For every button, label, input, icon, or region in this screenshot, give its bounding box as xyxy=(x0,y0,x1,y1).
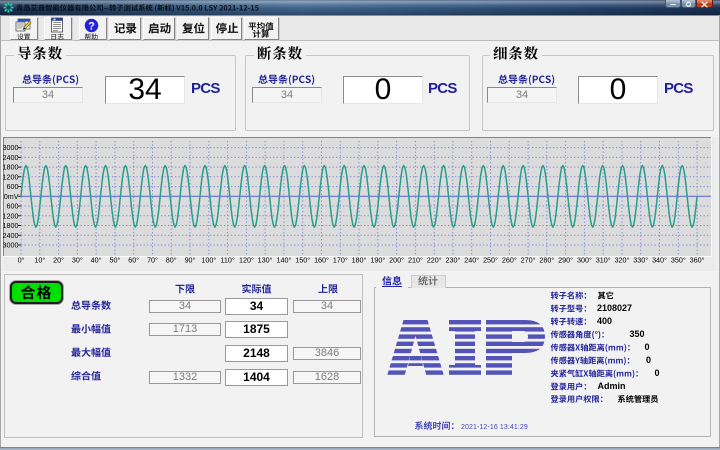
svg-text:200°: 200° xyxy=(389,256,404,265)
svg-text:70°: 70° xyxy=(147,256,158,265)
svg-text:1800: 1800 xyxy=(3,221,19,230)
svg-text:3000: 3000 xyxy=(3,241,19,250)
svg-text:270°: 270° xyxy=(521,256,536,265)
svg-text:310°: 310° xyxy=(596,256,611,265)
svg-text:330°: 330° xyxy=(633,256,648,265)
svg-text:340°: 340° xyxy=(652,256,667,265)
svg-text:130°: 130° xyxy=(258,256,273,265)
svg-text:230°: 230° xyxy=(445,256,460,265)
svg-text:3000: 3000 xyxy=(3,143,19,152)
svg-text:80°: 80° xyxy=(166,256,177,265)
svg-text:320°: 320° xyxy=(615,256,630,265)
svg-text:2400: 2400 xyxy=(3,231,19,240)
svg-text:190°: 190° xyxy=(370,256,385,265)
svg-text:30°: 30° xyxy=(72,256,83,265)
svg-text:160°: 160° xyxy=(314,256,329,265)
svg-text:1200: 1200 xyxy=(3,211,19,220)
svg-text:2400: 2400 xyxy=(3,153,19,162)
svg-text:10°: 10° xyxy=(34,256,45,265)
svg-text:240°: 240° xyxy=(464,256,479,265)
svg-text:110°: 110° xyxy=(220,256,234,265)
svg-text:180°: 180° xyxy=(352,256,367,265)
svg-text:50°: 50° xyxy=(109,256,120,265)
svg-text:?: ? xyxy=(88,20,95,32)
svg-text:140°: 140° xyxy=(276,256,291,265)
svg-text:280°: 280° xyxy=(539,256,554,265)
svg-text:0mV: 0mV xyxy=(4,192,19,201)
svg-text:260°: 260° xyxy=(502,256,517,265)
svg-text:250°: 250° xyxy=(483,256,498,265)
svg-text:170°: 170° xyxy=(333,256,348,265)
svg-text:300°: 300° xyxy=(577,256,592,265)
svg-text:1200: 1200 xyxy=(3,172,19,181)
svg-text:220°: 220° xyxy=(427,256,442,265)
svg-text:360°: 360° xyxy=(690,256,705,265)
svg-text:600: 600 xyxy=(7,182,19,191)
svg-text:0°: 0° xyxy=(18,256,25,265)
svg-text:40°: 40° xyxy=(91,256,102,265)
svg-text:350°: 350° xyxy=(671,256,686,265)
svg-text:90°: 90° xyxy=(185,256,196,265)
svg-text:210°: 210° xyxy=(408,256,423,265)
svg-text:60°: 60° xyxy=(128,256,139,265)
svg-text:150°: 150° xyxy=(295,256,310,265)
svg-text:290°: 290° xyxy=(558,256,573,265)
svg-text:600: 600 xyxy=(7,202,19,211)
svg-text:100°: 100° xyxy=(201,256,216,265)
svg-text:20°: 20° xyxy=(53,256,64,265)
svg-text:1800: 1800 xyxy=(3,163,19,172)
svg-text:120°: 120° xyxy=(239,256,254,265)
